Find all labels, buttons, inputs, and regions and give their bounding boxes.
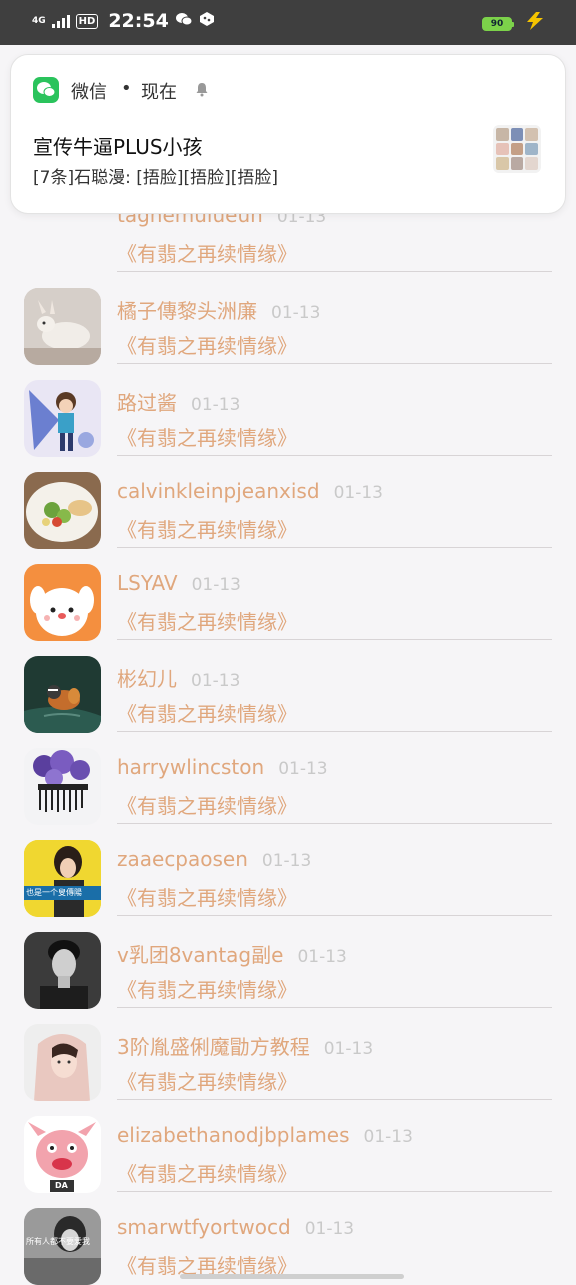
- bell-icon: [195, 82, 209, 101]
- comment-text: 《有翡之再续情缘》: [117, 1070, 297, 1094]
- network-type: 4G: [32, 15, 46, 26]
- comment-text: 《有翡之再续情缘》: [117, 702, 297, 726]
- comment-text: 《有翡之再续情缘》: [117, 518, 297, 542]
- wechat-status-icon: [175, 12, 193, 31]
- comment-text: 《有翡之再续情缘》: [117, 426, 297, 450]
- divider: [117, 731, 552, 732]
- divider: [117, 1191, 552, 1192]
- avatar[interactable]: [24, 564, 101, 641]
- avatar[interactable]: 也是一个叟傳陽: [24, 840, 101, 917]
- divider: [117, 1007, 552, 1008]
- comment-date: 01-13: [191, 395, 241, 415]
- comment-text: 《有翡之再续情缘》: [117, 794, 297, 818]
- comment-text: 《有翡之再续情缘》: [117, 886, 297, 910]
- comment-text: 《有翡之再续情缘》: [117, 610, 297, 634]
- divider: [117, 547, 552, 548]
- divider: [117, 639, 552, 640]
- divider: [117, 455, 552, 456]
- notification-time: 现在: [141, 82, 177, 103]
- comment-date: 01-13: [297, 947, 347, 967]
- comment-date: 01-13: [278, 759, 328, 779]
- divider: [117, 823, 552, 824]
- comment-date: 01-13: [191, 575, 241, 595]
- avatar-caption: 也是一个叟傳陽: [26, 888, 82, 897]
- wechat-notification[interactable]: 微信 • 现在 宣传牛逼PLUS小孩 [7条]石聪漫: [捂脸][捂脸][捂脸]: [10, 54, 566, 214]
- user-name[interactable]: v乳团8vantag副e: [117, 943, 283, 967]
- avatar-caption: DA: [55, 1181, 68, 1190]
- user-name[interactable]: smarwtfyortwocd: [117, 1215, 291, 1239]
- divider: [117, 363, 552, 364]
- wechat-icon: [33, 77, 59, 103]
- comment-date: 01-13: [323, 1039, 374, 1059]
- comment-date: 01-13: [363, 1127, 413, 1147]
- divider: [117, 915, 552, 916]
- user-name[interactable]: zaaecpaosen: [117, 847, 248, 871]
- comment-text: 《有翡之再续情缘》: [117, 978, 297, 1002]
- user-name[interactable]: 橘子傳黎头洲廉: [117, 299, 257, 323]
- avatar[interactable]: [24, 656, 101, 733]
- avatar[interactable]: [24, 472, 101, 549]
- notification-body: [7条]石聪漫: [捂脸][捂脸][捂脸]: [33, 168, 279, 188]
- user-name[interactable]: calvinkleinpjeanxisd: [117, 479, 320, 503]
- divider: [117, 271, 552, 272]
- user-name[interactable]: LSYAV: [117, 571, 178, 595]
- avatar[interactable]: DA: [24, 1116, 101, 1193]
- hd-badge: HD: [75, 13, 99, 29]
- notification-separator: •: [121, 78, 132, 99]
- avatar[interactable]: [24, 1024, 101, 1101]
- avatar[interactable]: [24, 748, 101, 825]
- avatar[interactable]: [24, 288, 101, 365]
- avatar[interactable]: 所有人都不要爱我: [24, 1208, 101, 1285]
- comment-date: 01-13: [261, 851, 312, 871]
- user-name[interactable]: 3阶胤盛俐魔勖方教程: [117, 1035, 310, 1059]
- user-name[interactable]: 彬幻儿: [117, 667, 177, 691]
- home-indicator[interactable]: [180, 1274, 404, 1279]
- avatar[interactable]: [24, 380, 101, 457]
- user-name[interactable]: elizabethanodjbplames: [117, 1123, 350, 1147]
- user-name[interactable]: 路过酱: [117, 391, 177, 415]
- group-avatar: [493, 125, 541, 173]
- status-bar: 4G HD 22:54 90: [0, 0, 576, 45]
- signal-icon: [51, 14, 70, 28]
- battery-icon: 90: [482, 16, 514, 31]
- comment-date: 01-13: [271, 303, 321, 323]
- notification-app-name: 微信: [71, 82, 107, 103]
- notification-title: 宣传牛逼PLUS小孩: [33, 135, 203, 159]
- user-name[interactable]: harrywlincston: [117, 755, 264, 779]
- comment-text: 《有翡之再续情缘》: [117, 334, 297, 358]
- avatar[interactable]: [24, 932, 101, 1009]
- clock: 22:54: [108, 10, 169, 32]
- comment-date: 01-13: [191, 671, 241, 691]
- app-status-icon: [199, 11, 215, 31]
- comment-text: 《有翡之再续情缘》: [117, 1162, 297, 1186]
- battery-level: 90: [490, 18, 504, 29]
- avatar-caption: 所有人都不要爱我: [26, 1237, 90, 1246]
- charging-icon: [524, 12, 546, 35]
- comment-text: 《有翡之再续情缘》: [117, 242, 297, 266]
- comment-date: 01-13: [333, 483, 383, 503]
- comment-date: 01-13: [304, 1219, 355, 1239]
- divider: [117, 1099, 552, 1100]
